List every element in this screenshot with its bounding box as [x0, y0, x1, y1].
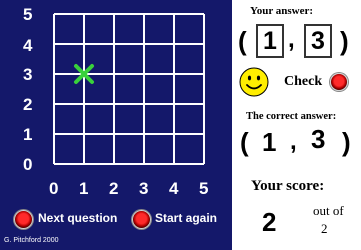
x-axis-label: 5	[199, 179, 209, 198]
score-value: 2	[262, 207, 277, 237]
answer-x-input[interactable]: 1	[256, 24, 284, 58]
coordinate-grid-panel: 5 4 3 2 1 0 0 1 2 3 4 5 Next question St…	[0, 0, 232, 250]
close-paren: )	[342, 127, 351, 157]
comma: ,	[288, 26, 295, 53]
correct-answer-heading: The correct answer:	[246, 111, 337, 122]
open-paren: (	[240, 127, 249, 157]
x-axis-label: 2	[109, 179, 119, 198]
x-axis-label: 4	[169, 179, 179, 198]
x-axis-label: 0	[49, 179, 59, 198]
start-again-label[interactable]: Start again	[155, 211, 217, 225]
answer-y-input[interactable]: 3	[304, 24, 332, 58]
open-paren: (	[238, 26, 247, 56]
your-answer-heading: Your answer:	[250, 5, 314, 17]
score-heading: Your score:	[251, 178, 325, 194]
out-of-label: out of	[313, 203, 344, 218]
next-question-label[interactable]: Next question	[38, 211, 117, 225]
close-paren: )	[340, 26, 349, 56]
smiley-face-icon	[239, 67, 269, 97]
x-axis-label: 1	[79, 179, 89, 198]
check-label[interactable]: Check	[284, 74, 322, 90]
author-credit: G. Pitchford 2000	[4, 237, 59, 244]
check-button[interactable]	[330, 73, 348, 91]
correct-y-value: 3	[311, 124, 326, 154]
comma: ,	[290, 128, 297, 155]
score-total: 2	[321, 221, 328, 236]
correct-x-value: 1	[262, 127, 277, 157]
next-question-button[interactable]	[14, 210, 33, 229]
x-axis-label: 3	[139, 179, 149, 198]
start-again-button[interactable]	[132, 210, 151, 229]
coordinate-quiz-app: 5 4 3 2 1 0 0 1 2 3 4 5 Next question St…	[0, 0, 361, 250]
